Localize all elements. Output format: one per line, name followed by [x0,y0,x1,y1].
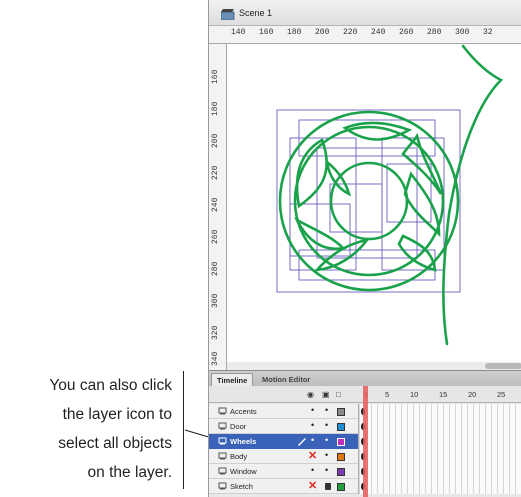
layer-icon[interactable] [218,467,227,475]
frame-number: 5 [385,390,390,399]
ruler-tick: 200 [315,28,330,37]
playhead[interactable] [363,386,368,497]
callout-line: on the layer. [87,464,172,481]
frame-track[interactable] [359,419,521,434]
layer-color-swatch[interactable] [337,483,345,491]
ruler-tick: 180 [287,28,302,37]
ruler-tick: 220 [343,28,358,37]
scene-bar: Scene 1 [209,0,521,26]
flash-window: Scene 1 140 160 180 200 220 240 260 280 … [208,0,521,497]
layer-name[interactable]: Door [230,422,246,431]
scene-label[interactable]: Scene 1 [239,8,272,18]
layer-name[interactable]: Window [230,467,257,476]
frame-track[interactable] [359,434,521,449]
ruler-tick: 280 [211,261,220,276]
lock-icon[interactable]: ▣ [322,390,330,399]
frame-number: 10 [410,390,419,399]
ruler-tick: 180 [211,101,220,116]
horizontal-scrollbar[interactable] [227,362,521,370]
ruler-tick: 240 [371,28,386,37]
layer-color-swatch[interactable] [337,468,345,476]
ruler-tick: 340 [211,351,220,366]
lock-dot[interactable]: • [325,405,328,415]
ruler-tick: 32 [483,28,493,37]
ruler-tick: 260 [211,229,220,244]
horizontal-ruler: 140 160 180 200 220 240 260 280 300 32 [209,26,521,44]
ruler-tick: 200 [211,133,220,148]
visibility-dot[interactable]: • [311,405,314,415]
ruler-tick: 280 [427,28,442,37]
layer-icon[interactable] [218,437,227,445]
visibility-dot[interactable]: • [311,465,314,475]
ruler-tick: 240 [211,197,220,212]
layer-color-swatch[interactable] [337,438,345,446]
layer-name[interactable]: Accents [230,407,257,416]
vertical-ruler: 160 180 200 220 240 260 280 300 320 340 [209,44,227,370]
ruler-tick: 320 [211,325,220,340]
layer-name[interactable]: Sketch [230,482,253,491]
frame-number: 25 [497,390,506,399]
layer-icon[interactable] [218,482,227,490]
layer-icon[interactable] [218,422,227,430]
layer-color-swatch[interactable] [337,408,345,416]
ruler-tick: 140 [231,28,246,37]
frame-track[interactable] [359,464,521,479]
sketch-curve [442,44,504,346]
frame-track[interactable] [359,449,521,464]
lock-dot[interactable]: • [325,450,328,460]
ruler-tick: 160 [259,28,274,37]
layer-color-swatch[interactable] [337,453,345,461]
layer-name[interactable]: Wheels [230,437,256,446]
callout-line: You can also click [49,377,172,394]
hidden-x-icon[interactable]: ✕ [308,479,317,492]
ruler-tick: 300 [455,28,470,37]
pencil-icon [298,438,306,446]
lock-icon[interactable] [325,483,331,490]
scene-clapper-icon[interactable] [221,9,235,20]
ruler-tick: 260 [399,28,414,37]
visibility-dot[interactable]: • [311,435,314,445]
lock-dot[interactable]: • [325,420,328,430]
lock-dot[interactable]: • [325,435,328,445]
tab-motion-editor[interactable]: Motion Editor [257,373,315,387]
frame-number: 15 [439,390,448,399]
frame-number: 20 [468,390,477,399]
layer-color-swatch[interactable] [337,423,345,431]
ruler-tick: 160 [211,69,220,84]
ruler-tick: 220 [211,165,220,180]
callout-line: select all objects [58,435,172,452]
tab-timeline[interactable]: Timeline [211,373,254,387]
layer-name[interactable]: Body [230,452,247,461]
lock-dot[interactable]: • [325,465,328,475]
callout-annotation: You can also click the layer icon to sel… [0,371,184,489]
frame-track[interactable] [359,479,521,494]
visibility-dot[interactable]: • [311,420,314,430]
frame-track[interactable] [359,404,521,419]
ruler-tick: 300 [211,293,220,308]
scrollbar-thumb[interactable] [485,363,521,369]
layer-icon[interactable] [218,452,227,460]
callout-line: the layer icon to [62,406,172,423]
wheel-artwork[interactable] [227,44,521,370]
outline-icon[interactable]: □ [336,390,341,399]
timeline-tab-bar: Timeline Motion Editor [209,370,521,387]
stage-canvas[interactable] [227,44,521,370]
eye-icon[interactable]: ◉ [307,390,314,399]
hidden-x-icon[interactable]: ✕ [308,449,317,462]
layer-icon[interactable] [218,407,227,415]
